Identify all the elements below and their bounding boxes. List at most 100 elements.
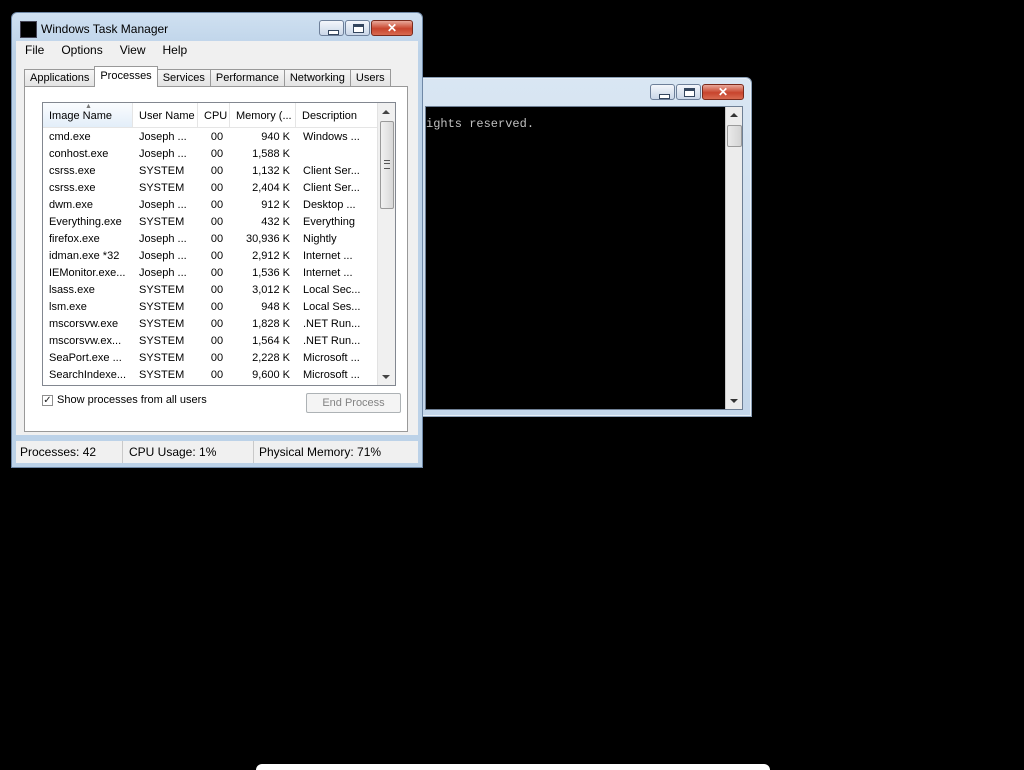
end-process-button[interactable]: End Process — [306, 393, 401, 413]
user-name-cell: SYSTEM — [139, 165, 185, 177]
user-name-cell: Joseph ... — [139, 148, 187, 160]
column-header-cpu[interactable]: CPU — [198, 103, 230, 127]
description-cell: Microsoft ... — [303, 369, 360, 381]
table-row[interactable]: conhost.exe Joseph ... 00 1,588 K — [43, 146, 379, 163]
console-client-area[interactable]: ights reserved. — [425, 106, 743, 410]
console-scroll-thumb[interactable] — [727, 125, 742, 147]
menu-file[interactable]: File — [16, 43, 52, 57]
process-name-cell: SearchIndexe... — [49, 369, 127, 381]
console-scrollbar[interactable] — [725, 107, 742, 409]
console-window[interactable]: ✕ ights reserved. — [410, 77, 752, 417]
table-row[interactable]: csrss.exe SYSTEM 00 1,132 K Client Ser... — [43, 163, 379, 180]
process-name-cell: cmd.exe — [49, 131, 91, 143]
memory-cell: 1,828 K — [252, 318, 290, 330]
description-cell: Windows ... — [303, 131, 360, 143]
user-name-cell: SYSTEM — [139, 335, 185, 347]
show-all-checkbox[interactable]: ✓ — [42, 394, 53, 406]
process-name-cell: csrss.exe — [49, 165, 96, 177]
user-name-cell: Joseph ... — [139, 267, 187, 279]
sort-ascending-icon: ▲ — [85, 103, 92, 110]
memory-cell: 1,564 K — [252, 335, 290, 347]
cpu-cell: 00 — [210, 267, 224, 279]
memory-cell: 1,588 K — [252, 148, 290, 160]
scroll-up-icon[interactable] — [730, 113, 738, 117]
tab-performance[interactable]: Performance — [209, 69, 285, 87]
memory-cell: 940 K — [261, 131, 290, 143]
grip-icon — [384, 160, 390, 169]
console-close-button[interactable]: ✕ — [702, 84, 744, 100]
menu-bar: File Options View Help — [16, 41, 418, 59]
menu-options[interactable]: Options — [52, 43, 110, 57]
description-cell: Client Ser... — [303, 182, 360, 194]
column-header-memory[interactable]: Memory (... — [230, 103, 296, 127]
table-row[interactable]: mscorsvw.ex... SYSTEM 00 1,564 K .NET Run... — [43, 333, 379, 350]
table-row[interactable]: lsm.exe SYSTEM 00 948 K Local Ses... — [43, 299, 379, 316]
description-cell: Internet ... — [303, 267, 353, 279]
table-row[interactable]: lsass.exe SYSTEM 00 3,012 K Local Sec... — [43, 282, 379, 299]
process-list-scrollbar[interactable] — [377, 103, 395, 385]
minimize-icon — [659, 94, 670, 99]
user-name-cell: Joseph ... — [139, 199, 187, 211]
description-cell: Local Ses... — [303, 301, 361, 313]
tab-processes[interactable]: Processes — [94, 66, 158, 87]
close-button[interactable]: ✕ — [371, 20, 413, 36]
maximize-icon — [684, 88, 695, 97]
console-minimize-button[interactable] — [650, 84, 675, 100]
table-row[interactable]: dwm.exe Joseph ... 00 912 K Desktop ... — [43, 197, 379, 214]
cpu-cell: 00 — [210, 199, 224, 211]
console-output-text: ights reserved. — [426, 117, 535, 131]
status-processes: Processes: 42 — [16, 441, 123, 463]
table-row[interactable]: firefox.exe Joseph ... 00 30,936 K Nightly — [43, 231, 379, 248]
process-name-cell: Everything.exe — [49, 216, 122, 228]
console-maximize-button[interactable] — [676, 84, 701, 100]
show-all-processes-option[interactable]: ✓ Show processes from all users — [42, 394, 207, 406]
user-name-cell: Joseph ... — [139, 250, 187, 262]
table-row[interactable]: SeaPort.exe ... SYSTEM 00 2,228 K Microsoft … — [43, 350, 379, 367]
process-name-cell: mscorsvw.exe — [49, 318, 119, 330]
cpu-cell: 00 — [210, 250, 224, 262]
taskbar-edge — [256, 764, 770, 770]
caption-buttons: ✕ — [318, 20, 413, 36]
table-row[interactable]: csrss.exe SYSTEM 00 2,404 K Client Ser... — [43, 180, 379, 197]
table-row[interactable]: cmd.exe Joseph ... 00 940 K Windows ... — [43, 129, 379, 146]
menu-view[interactable]: View — [111, 43, 154, 57]
process-name-cell: firefox.exe — [49, 233, 100, 245]
memory-cell: 432 K — [261, 216, 290, 228]
cpu-cell: 00 — [210, 148, 224, 160]
column-header-user-name[interactable]: User Name — [133, 103, 198, 127]
menu-help[interactable]: Help — [154, 43, 196, 57]
column-header-image-name[interactable]: ▲ Image Name — [43, 103, 133, 127]
cpu-cell: 00 — [210, 335, 224, 347]
table-row[interactable]: mscorsvw.exe SYSTEM 00 1,828 K .NET Run... — [43, 316, 379, 333]
close-icon: ✕ — [717, 85, 729, 99]
minimize-button[interactable] — [319, 20, 344, 36]
memory-cell: 9,600 K — [252, 369, 290, 381]
process-name-cell: IEMonitor.exe... — [49, 267, 126, 279]
cpu-cell: 00 — [210, 233, 224, 245]
maximize-button[interactable] — [345, 20, 370, 36]
user-name-cell: Joseph ... — [139, 131, 187, 143]
memory-cell: 1,536 K — [252, 267, 290, 279]
memory-cell: 1,132 K — [252, 165, 290, 177]
table-row[interactable]: SearchIndexe... SYSTEM 00 9,600 K Microsoft … — [43, 367, 379, 384]
memory-cell: 948 K — [261, 301, 290, 313]
status-cpu-usage: CPU Usage: 1% — [123, 441, 254, 463]
show-all-label[interactable]: Show processes from all users — [57, 394, 207, 406]
table-row[interactable]: Everything.exe SYSTEM 00 432 K Everything — [43, 214, 379, 231]
description-cell: Microsoft ... — [303, 352, 360, 364]
scroll-down-icon[interactable] — [382, 375, 390, 379]
tab-networking[interactable]: Networking — [283, 69, 351, 87]
task-manager-window[interactable]: Windows Task Manager ✕ File Options View… — [11, 12, 423, 468]
tab-services[interactable]: Services — [156, 69, 211, 87]
table-row[interactable]: idman.exe *32 Joseph ... 00 2,912 K Internet… — [43, 248, 379, 265]
table-row[interactable]: IEMonitor.exe... Joseph ... 00 1,536 K Inter… — [43, 265, 379, 282]
process-name-cell: csrss.exe — [49, 182, 96, 194]
scroll-up-icon[interactable] — [382, 110, 390, 114]
minimize-icon — [328, 30, 339, 35]
column-header-description[interactable]: Description — [296, 103, 379, 127]
process-list[interactable]: ▲ Image Name User Name CPU Memory (... D… — [42, 102, 396, 386]
scroll-down-icon[interactable] — [730, 399, 738, 403]
tab-applications[interactable]: Applications — [24, 69, 96, 87]
scroll-thumb[interactable] — [380, 121, 394, 209]
tab-users[interactable]: Users — [349, 69, 391, 87]
